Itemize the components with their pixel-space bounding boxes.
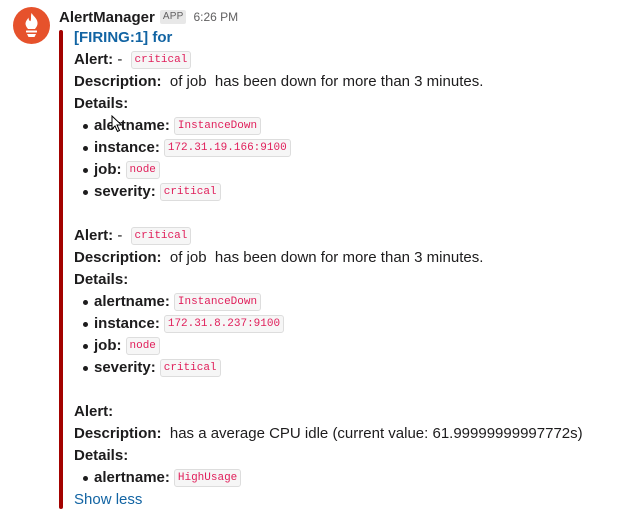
detail-key: job: <box>94 337 122 354</box>
prometheus-logo-icon[interactable] <box>13 7 50 44</box>
detail-key: instance: <box>94 315 160 332</box>
description-text: has a average CPU idle (current value: 6… <box>161 425 583 442</box>
detail-item: alertname: InstanceDown <box>74 291 619 313</box>
alert-severity-code: critical <box>130 51 192 69</box>
detail-key: instance: <box>94 139 160 156</box>
detail-value-code: HighUsage <box>173 469 242 487</box>
details-label: Details: <box>74 447 129 464</box>
alert-text: - <box>113 227 127 244</box>
alert-attachment: [FIRING:1] for Alert: - critical Descrip… <box>74 27 619 511</box>
detail-item: job: node <box>74 159 619 181</box>
bullet-icon <box>83 343 88 349</box>
bullet-icon <box>83 123 88 129</box>
detail-key: alertname: <box>94 117 170 134</box>
bullet-icon <box>83 321 88 327</box>
description-text: of job has been down for more than 3 min… <box>161 73 484 90</box>
description-line: Description: has a average CPU idle (cur… <box>74 423 619 445</box>
detail-value-code: InstanceDown <box>173 293 262 311</box>
detail-item: instance: 172.31.8.237:9100 <box>74 313 619 335</box>
bullet-icon <box>83 167 88 173</box>
detail-value-code: 172.31.19.166:9100 <box>163 139 291 157</box>
detail-item: alertname: HighUsage <box>74 467 619 489</box>
detail-key: alertname: <box>94 469 170 486</box>
description-line: Description: of job has been down for mo… <box>74 247 619 269</box>
mouse-cursor-icon <box>111 115 123 133</box>
description-label: Description: <box>74 73 162 90</box>
detail-value-code: 172.31.8.237:9100 <box>163 315 285 333</box>
detail-value-code: critical <box>159 183 221 201</box>
detail-item: job: node <box>74 335 619 357</box>
message-timestamp[interactable]: 6:26 PM <box>193 10 238 24</box>
description-line: Description: of job has been down for mo… <box>74 71 619 93</box>
detail-item: instance: 172.31.19.166:9100 <box>74 137 619 159</box>
detail-key: job: <box>94 161 122 178</box>
attachment-title-link[interactable]: [FIRING:1] for <box>74 27 172 49</box>
alert-label: Alert: <box>74 227 114 244</box>
details-label: Details: <box>74 95 129 112</box>
message-header: AlertManager APP 6:26 PM <box>59 6 238 28</box>
alert-line: Alert: - critical <box>74 225 619 247</box>
alert-label: Alert: <box>74 51 114 68</box>
app-badge: APP <box>159 10 187 24</box>
alert-label: Alert: <box>74 403 114 420</box>
alert-line: Alert: - critical <box>74 49 619 71</box>
detail-value-code: InstanceDown <box>173 117 262 135</box>
alert-spacer <box>74 379 619 401</box>
bullet-icon <box>83 189 88 195</box>
detail-key: alertname: <box>94 293 170 310</box>
alert-line: Alert: <box>74 401 619 423</box>
sender-name[interactable]: AlertManager <box>59 9 155 26</box>
attachment-color-bar <box>59 30 63 509</box>
description-label: Description: <box>74 249 162 266</box>
alert-text: - <box>113 51 127 68</box>
detail-key: severity: <box>94 183 156 200</box>
detail-item: alertname: InstanceDown <box>74 115 619 137</box>
detail-key: severity: <box>94 359 156 376</box>
details-label: Details: <box>74 271 129 288</box>
detail-value-code: node <box>125 337 160 355</box>
description-text: of job has been down for more than 3 min… <box>161 249 484 266</box>
detail-item: severity: critical <box>74 357 619 379</box>
bullet-icon <box>83 145 88 151</box>
bullet-icon <box>83 299 88 305</box>
alert-severity-code: critical <box>130 227 192 245</box>
detail-value-code: critical <box>159 359 221 377</box>
slack-message: AlertManager APP 6:26 PM [FIRING:1] for … <box>0 0 627 527</box>
bullet-icon <box>83 475 88 481</box>
bullet-icon <box>83 365 88 371</box>
detail-item: severity: critical <box>74 181 619 203</box>
show-less-link[interactable]: Show less <box>74 489 142 511</box>
detail-value-code: node <box>125 161 160 179</box>
alert-spacer <box>74 203 619 225</box>
description-label: Description: <box>74 425 162 442</box>
